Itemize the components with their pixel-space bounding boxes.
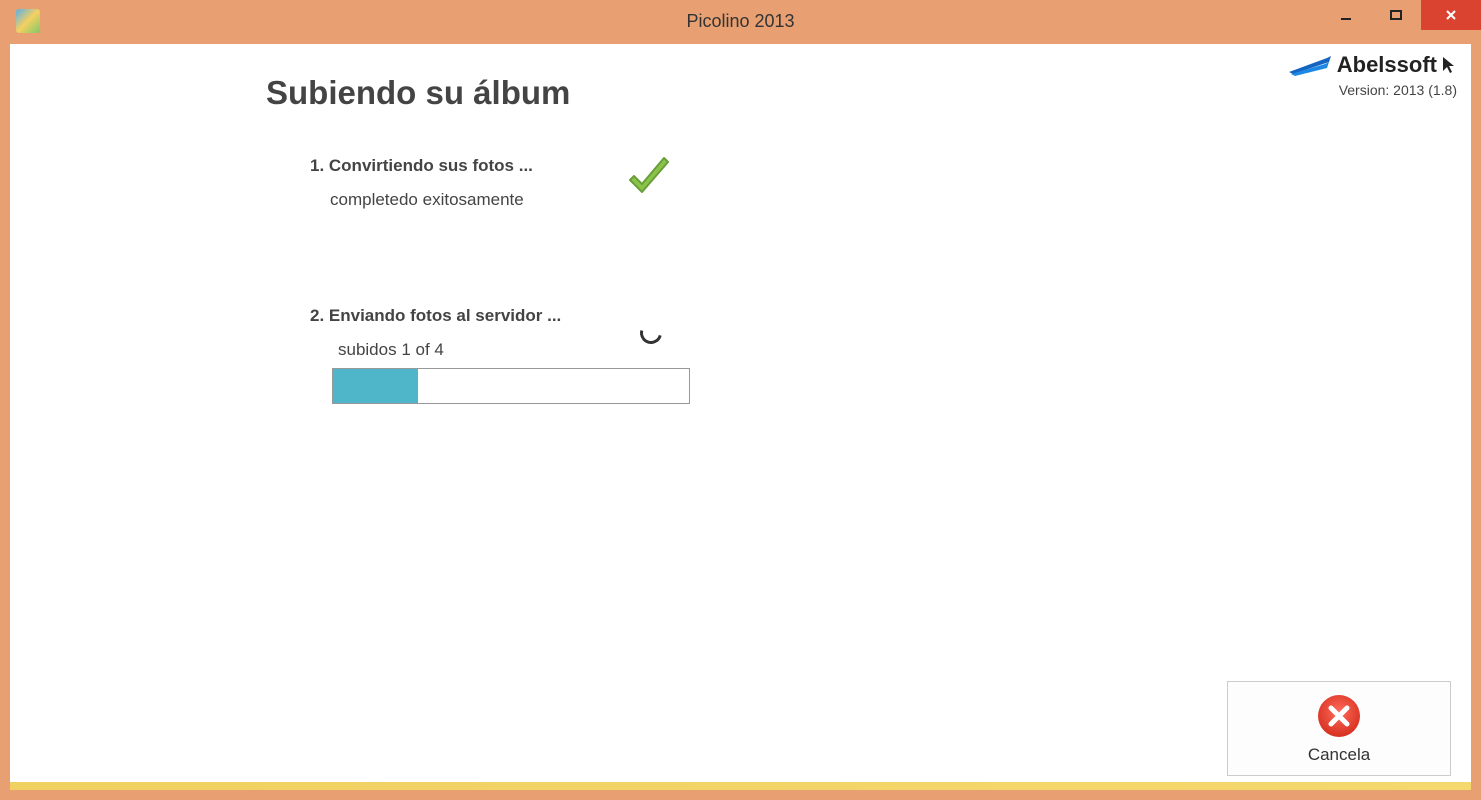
cursor-icon <box>1441 55 1457 75</box>
cancel-icon <box>1316 693 1362 739</box>
cancel-label: Cancela <box>1308 745 1370 765</box>
progress-fill <box>333 369 418 403</box>
window-controls <box>1321 0 1481 32</box>
client-area: Abelssoft Version: 2013 (1.8) Subiendo s… <box>10 44 1471 790</box>
page-heading: Subiendo su álbum <box>266 74 570 112</box>
brand-name: Abelssoft <box>1337 52 1437 78</box>
minimize-button[interactable] <box>1321 0 1371 30</box>
maximize-button[interactable] <box>1371 0 1421 30</box>
spinner-icon <box>636 318 666 348</box>
step-1-status: completedo exitosamente <box>330 190 533 210</box>
step-2: 2. Enviando fotos al servidor ... subido… <box>310 306 561 360</box>
step-2-status: subidos 1 of 4 <box>338 340 561 360</box>
app-icon <box>16 9 40 33</box>
step-2-title: 2. Enviando fotos al servidor ... <box>310 306 561 326</box>
close-button[interactable] <box>1421 0 1481 30</box>
cancel-button[interactable]: Cancela <box>1227 681 1451 776</box>
checkmark-icon <box>620 150 676 206</box>
step-1: 1. Convirtiendo sus fotos ... completedo… <box>310 156 533 210</box>
progress-bar <box>332 368 690 404</box>
bottom-accent <box>10 782 1471 790</box>
titlebar[interactable]: Picolino 2013 <box>0 0 1481 42</box>
brand-swoosh-icon <box>1287 54 1333 76</box>
window-title: Picolino 2013 <box>686 11 794 32</box>
brand-logo: Abelssoft <box>1287 52 1457 78</box>
brand-block: Abelssoft Version: 2013 (1.8) <box>1287 52 1457 98</box>
version-label: Version: 2013 (1.8) <box>1287 82 1457 98</box>
step-1-title: 1. Convirtiendo sus fotos ... <box>310 156 533 176</box>
